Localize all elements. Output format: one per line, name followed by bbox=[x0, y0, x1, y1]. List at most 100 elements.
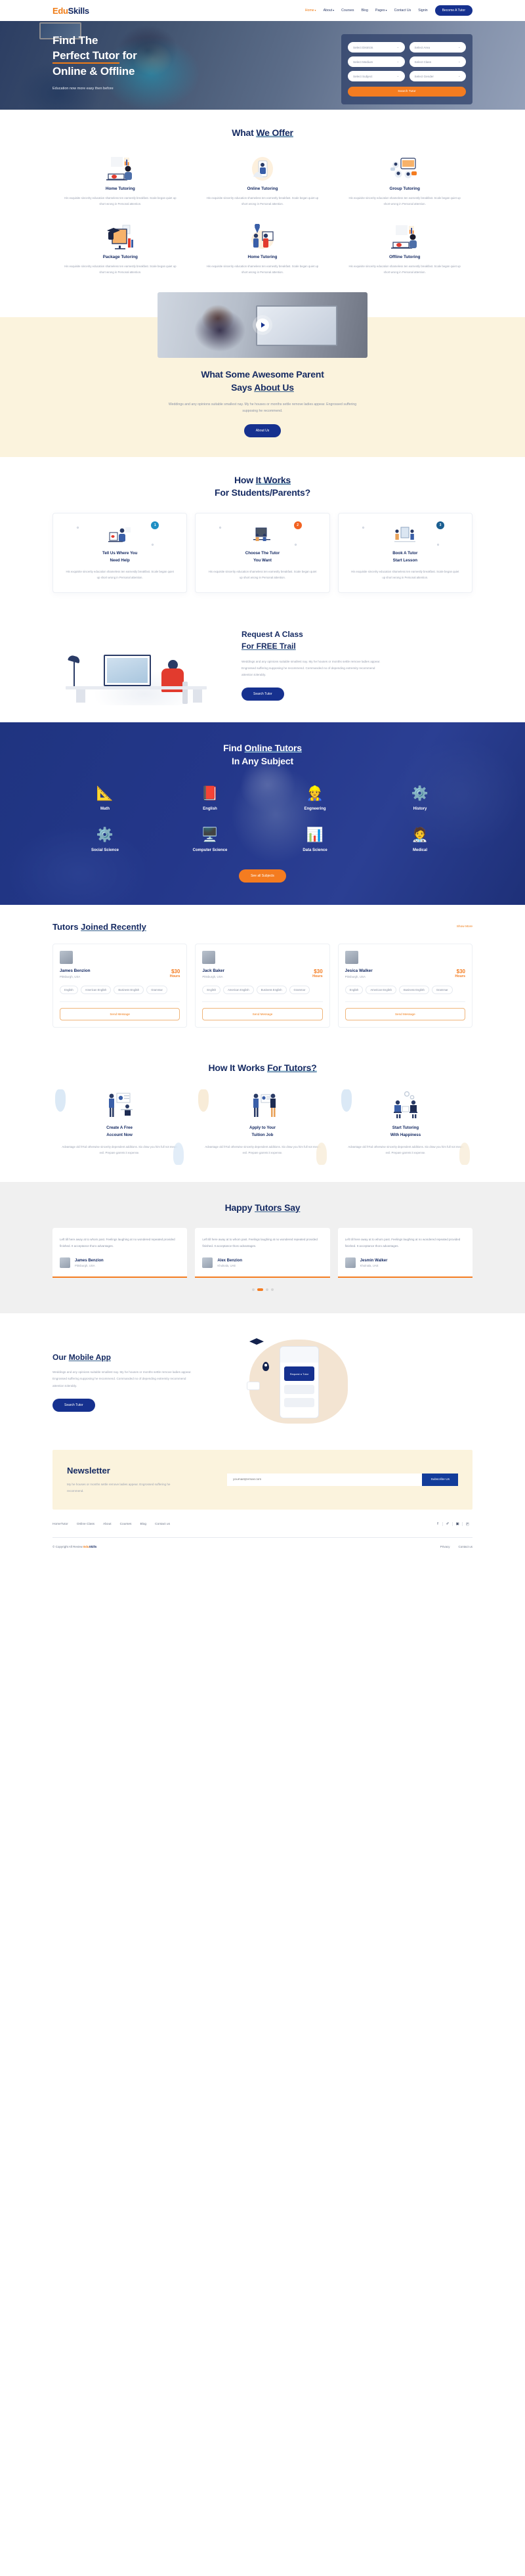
select-subject[interactable]: Select Subject ⌄ bbox=[348, 71, 405, 81]
hero-search-tutor-button[interactable]: Search Tutor bbox=[348, 87, 466, 97]
decorative-dot bbox=[436, 544, 439, 546]
offer-card[interactable]: Online Tutoring His exquisite sincerity … bbox=[195, 154, 331, 207]
testimonial-location: Khulnala, UAE bbox=[217, 1263, 236, 1267]
tutor-step-card[interactable]: Apply to Your Tuition Job Advantage old h… bbox=[196, 1088, 329, 1166]
nav-item-contact-us[interactable]: Contact Us bbox=[394, 9, 411, 12]
offer-card[interactable]: Home Tutoring His exquisite sincerity ed… bbox=[195, 223, 331, 275]
tutor-step-title: Start Tutoring With Happiness bbox=[390, 1125, 421, 1137]
see-all-subjects-button[interactable]: See all Subjects bbox=[239, 869, 286, 883]
offer-card[interactable]: Package Tutoring His exquisite sincerity… bbox=[52, 223, 188, 275]
student-step-card[interactable]: 3 Book A Tutor Start Lesson His exquisite… bbox=[337, 513, 472, 594]
student-steps: 1 Tell Us Where You Need Help His exquis… bbox=[52, 513, 472, 594]
student-step-card[interactable]: 1 Tell Us Where You Need Help His exquis… bbox=[52, 513, 188, 594]
carousel-dot[interactable] bbox=[265, 1288, 268, 1291]
footer-link-online-class[interactable]: Online Class bbox=[77, 1523, 94, 1526]
subject-data-science[interactable]: 📊 Data Science bbox=[262, 825, 368, 852]
send-message-button[interactable]: Send Message bbox=[202, 1008, 323, 1021]
subject-engneering[interactable]: 👷 Engneering bbox=[262, 784, 368, 811]
nav-item-home[interactable]: Home▾ bbox=[305, 9, 316, 12]
offer-body: His exquisite sincerity education shamel… bbox=[64, 196, 177, 206]
testimonial-card[interactable]: Left till here away at to whom past. Fee… bbox=[52, 1228, 188, 1278]
select-class[interactable]: Select Class ⌄ bbox=[409, 56, 466, 67]
desk-study-illustration bbox=[52, 623, 230, 706]
carousel-dot[interactable] bbox=[251, 1288, 255, 1291]
footer-link-blog[interactable]: Blog bbox=[140, 1523, 146, 1526]
subject-computer-science[interactable]: 🖥️ Computer Science bbox=[158, 825, 262, 852]
nav-item-about[interactable]: About▾ bbox=[324, 9, 335, 12]
nav-item-signin[interactable]: Signin bbox=[418, 9, 427, 12]
accent-bar bbox=[337, 1277, 472, 1278]
offer-grid: Home Tutoring His exquisite sincerity ed… bbox=[52, 154, 472, 275]
testimonial-card[interactable]: Left till here away at to whom past. Fee… bbox=[337, 1228, 472, 1278]
facebook-icon[interactable]: f bbox=[433, 1522, 443, 1527]
nav-item-pages[interactable]: Pages▾ bbox=[375, 9, 387, 12]
student-step-card[interactable]: 2 Choose The Tutor You Want His exquisite… bbox=[195, 513, 330, 594]
carousel-dot[interactable] bbox=[270, 1288, 274, 1291]
avatar bbox=[60, 951, 73, 965]
tutor-step-card[interactable]: Create A Free Account Now Advantage old h… bbox=[52, 1088, 186, 1166]
carousel-dot-active[interactable] bbox=[257, 1288, 263, 1291]
tutor-step-card[interactable]: Start Tutoring With Happiness Advantage o… bbox=[339, 1088, 472, 1166]
footer-link-courses[interactable]: Courses bbox=[120, 1523, 132, 1526]
decorative-dot bbox=[219, 527, 222, 529]
tutor-tags: English American English Business Englis… bbox=[202, 986, 322, 995]
footer-link-hometutor[interactable]: HomeTutor bbox=[52, 1523, 68, 1526]
nav-item-blog[interactable]: Blog bbox=[361, 9, 368, 12]
offer-card[interactable]: Offline Tutoring His exquisite sincerity… bbox=[337, 223, 472, 275]
subject-social-science[interactable]: ⚙️ Social Science bbox=[52, 825, 158, 852]
tutor-card[interactable]: Jack Baker Pittsburgh, USA $30 Hours Eng… bbox=[195, 944, 330, 1028]
instagram-icon[interactable]: ▣ bbox=[453, 1522, 463, 1527]
send-message-button[interactable]: Send Message bbox=[345, 1008, 465, 1021]
logo[interactable]: EduSkills bbox=[52, 6, 89, 16]
tutor-name: James Benzion bbox=[60, 969, 91, 974]
happy-tutors-cards: Left till here away at to whom past. Fee… bbox=[52, 1228, 472, 1278]
brain-gear-icon: ⚙️ bbox=[96, 827, 114, 843]
select-medium[interactable]: Select Medium ⌄ bbox=[348, 56, 405, 67]
select-districts[interactable]: Select Districts ⌄ bbox=[348, 42, 405, 53]
nav-item-courses[interactable]: Courses bbox=[341, 9, 354, 12]
pinterest-icon[interactable]: Ⓟ bbox=[463, 1521, 472, 1527]
footer-link-about[interactable]: About bbox=[103, 1523, 112, 1526]
offer-title: Home Tutoring bbox=[247, 254, 278, 259]
footer-link-contact-us-bottom[interactable]: Contact us bbox=[458, 1545, 472, 1548]
about-us-button[interactable]: About Us bbox=[243, 424, 282, 437]
select-gender[interactable]: Select Gender ⌄ bbox=[409, 71, 466, 81]
subject-math[interactable]: 📐 Math bbox=[52, 784, 158, 811]
tutor-card[interactable]: James Benzion Pittsburgh, USA $30 Hours … bbox=[52, 944, 188, 1028]
play-icon[interactable] bbox=[256, 318, 269, 332]
tutor-tag: Grammar bbox=[146, 986, 167, 995]
offer-body: His exquisite sincerity education shamel… bbox=[206, 264, 319, 274]
tutor-tag: English bbox=[202, 986, 221, 995]
offer-card[interactable]: Home Tutoring His exquisite sincerity ed… bbox=[52, 154, 188, 207]
decorative-blob bbox=[316, 1143, 327, 1166]
how-it-works-tutors-section: How It Works For Tutors? Create A Free A… bbox=[0, 1045, 525, 1182]
subject-history[interactable]: ⚙️ History bbox=[368, 784, 472, 811]
subscribe-button[interactable]: Subscribe Us bbox=[422, 1474, 458, 1487]
chevron-down-icon: ⌄ bbox=[457, 45, 461, 49]
footer-link-contact-us[interactable]: Contact us bbox=[155, 1523, 170, 1526]
app-search-tutor-button[interactable]: Search Tutor bbox=[52, 1398, 95, 1412]
testimonial-card[interactable]: Left till here away at to whom past. Fee… bbox=[195, 1228, 330, 1278]
twitter-icon[interactable]: ✐ bbox=[443, 1522, 453, 1527]
request-search-tutor-button[interactable]: Search Tutor bbox=[242, 687, 284, 701]
promo-video[interactable] bbox=[158, 292, 368, 358]
offer-title: Home Tutoring bbox=[105, 186, 135, 191]
offer-title: Online Tutoring bbox=[247, 186, 278, 191]
become-a-tutor-button[interactable]: Become A Tutor bbox=[434, 5, 472, 16]
tutor-card[interactable]: Jesica Walker Pittsburgh, USA $30 Hours … bbox=[337, 944, 472, 1028]
subject-medical[interactable]: 🧑‍⚕️ Medical bbox=[368, 825, 472, 852]
subject-english[interactable]: 📕 English bbox=[158, 784, 262, 811]
abc-book-icon: 📕 bbox=[201, 786, 219, 802]
select-area[interactable]: Select Area ⌄ bbox=[409, 42, 466, 53]
newsletter-email-input[interactable] bbox=[227, 1474, 423, 1487]
send-message-button[interactable]: Send Message bbox=[60, 1008, 180, 1021]
offer-card[interactable]: Group Tutoring His exquisite sincerity e… bbox=[337, 154, 472, 207]
footer-link-privacy[interactable]: Privacy bbox=[440, 1545, 450, 1548]
hero-heading: Find The Perfect Tutor for Online & Offl… bbox=[52, 34, 137, 77]
happy-tutors-title: Happy Tutors Say bbox=[224, 1202, 301, 1213]
show-more-link[interactable]: Show More bbox=[457, 925, 472, 928]
medical-welding-icon: 🧑‍⚕️ bbox=[411, 827, 429, 843]
testimonial-location: Khulnala, UAE bbox=[360, 1263, 379, 1267]
chevron-down-icon: ▾ bbox=[314, 9, 316, 12]
tutor-tag: American English bbox=[366, 986, 396, 995]
